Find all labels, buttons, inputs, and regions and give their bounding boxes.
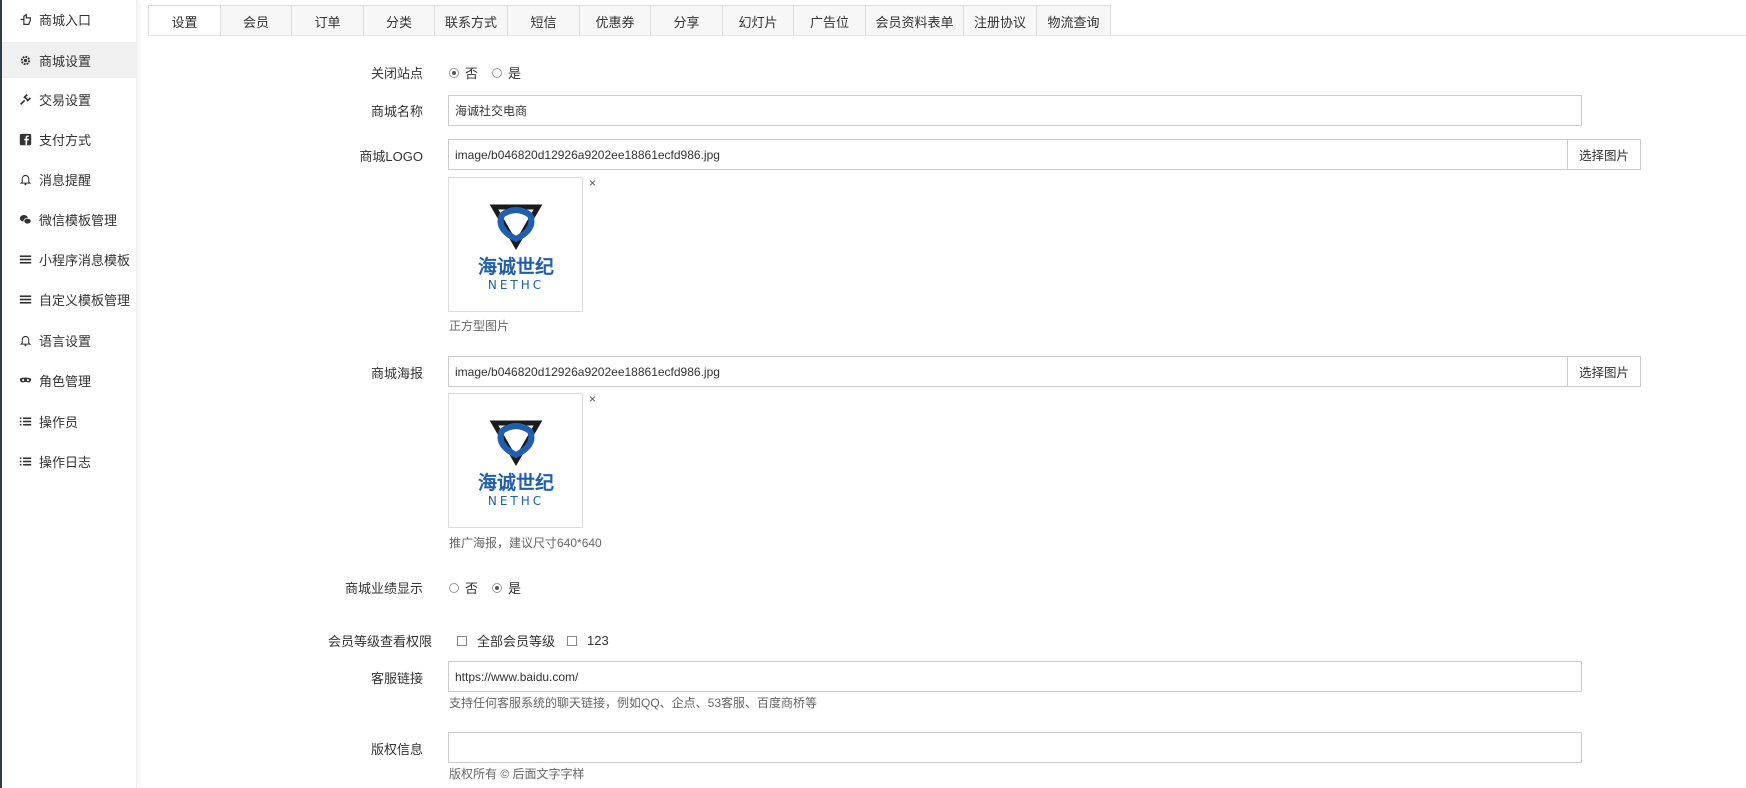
poster-preview-image: 海诚世纪 NETHC: [448, 393, 583, 528]
shop-logo-input[interactable]: image/b046820d12926a9202ee18861ecfd986.j…: [448, 139, 1568, 170]
sidebar-item-label: 操作员: [39, 414, 79, 430]
logo-preview-image: 海诚世纪 NETHC: [448, 177, 583, 312]
gear-icon: [18, 53, 32, 67]
radio-label-no: 否: [465, 581, 479, 596]
sidebar-item-label: 自定义模板管理: [39, 292, 131, 308]
sidebar-item-label: 交易设置: [39, 92, 92, 108]
service-link-help-text: 支持任何客服系统的聊天链接，例如QQ、企点、53客服、百度商桥等: [449, 696, 818, 710]
service-link-label: 客服链接: [370, 671, 423, 686]
shop-poster-input[interactable]: image/b046820d12926a9202ee18861ecfd986.j…: [448, 356, 1568, 387]
bell-icon: [18, 172, 32, 186]
member-level-checkboxes: 全部会员等级 123: [457, 631, 609, 650]
close-site-radios: 否 是: [449, 63, 521, 82]
tab-categories[interactable]: 分类: [364, 6, 435, 36]
sidebar-item-label: 微信模板管理: [39, 212, 118, 228]
sidebar-item-language[interactable]: 语言设置: [2, 322, 136, 358]
poster-help-text: 推广海报，建议尺寸640*640: [449, 536, 602, 550]
copyright-help-text: 版权所有 © 后面文字字样: [449, 767, 585, 781]
sidebar-item-operation-log[interactable]: 操作日志: [2, 443, 136, 479]
bell-icon: [18, 333, 32, 347]
tab-logistics[interactable]: 物流查询: [1037, 6, 1110, 36]
sidebar-item-shop-settings[interactable]: 商城设置: [2, 42, 136, 78]
sidebar-item-label: 消息提醒: [39, 172, 92, 188]
facebook-square-icon: [18, 132, 32, 146]
list-icon: [18, 414, 32, 428]
show-performance-yes-radio[interactable]: [492, 582, 503, 593]
checkbox-label-all-levels: 全部会员等级: [477, 634, 556, 649]
plug-icon: [18, 92, 32, 106]
tab-orders[interactable]: 订单: [292, 6, 364, 36]
nethc-logo: 海诚世纪 NETHC: [477, 204, 554, 292]
tab-settings[interactable]: 设置: [149, 6, 221, 37]
member-level-label: 会员等级查看权限: [327, 634, 432, 649]
show-performance-label: 商城业绩显示: [344, 581, 423, 596]
radio-label-yes: 是: [508, 581, 522, 596]
logo-brand-en: NETHC: [487, 494, 543, 508]
nethc-logo: 海诚世纪 NETHC: [477, 420, 554, 508]
tab-divider: [148, 35, 1746, 36]
hand-point-icon: [18, 12, 32, 26]
sidebar-item-custom-templates[interactable]: 自定义模板管理: [2, 281, 136, 317]
tab-coupons[interactable]: 优惠券: [580, 6, 651, 36]
sidebar-item-notifications[interactable]: 消息提醒: [2, 161, 136, 197]
sidebar-item-label: 支付方式: [39, 132, 92, 148]
sidebar-item-roles[interactable]: 角色管理: [2, 362, 136, 398]
sidebar-item-trade-settings[interactable]: 交易设置: [2, 81, 136, 117]
bars-icon: [18, 252, 32, 266]
tab-contact[interactable]: 联系方式: [435, 6, 508, 36]
shop-name-label: 商城名称: [370, 104, 423, 119]
wechat-icon: [18, 212, 32, 226]
shop-name-input[interactable]: 海诚社交电商: [448, 95, 1582, 126]
sidebar-item-wechat-templates[interactable]: 微信模板管理: [2, 201, 136, 237]
show-performance-radios: 否 是: [449, 578, 521, 597]
service-link-input[interactable]: https://www.baidu.com/: [448, 661, 1582, 692]
tab-register-agreement[interactable]: 注册协议: [964, 6, 1037, 36]
logo-brand-en: NETHC: [487, 278, 543, 292]
poster-select-image-button[interactable]: 选择图片: [1567, 356, 1641, 387]
sidebar-item-shop-entry[interactable]: 商城入口: [2, 1, 136, 37]
sidebar-item-label: 角色管理: [39, 373, 92, 389]
close-site-yes-radio[interactable]: [492, 67, 503, 78]
close-site-label: 关闭站点: [370, 66, 423, 81]
sidebar-item-miniprogram-templates[interactable]: 小程序消息模板: [2, 241, 136, 277]
all-levels-checkbox[interactable]: [457, 635, 467, 646]
sidebar-item-label: 语言设置: [39, 333, 92, 349]
sidebar-item-label: 小程序消息模板: [39, 252, 131, 268]
logo-remove-close-icon[interactable]: ×: [589, 176, 596, 190]
tab-sms[interactable]: 短信: [508, 6, 580, 36]
tab-members[interactable]: 会员: [221, 6, 292, 36]
settings-tabs: 设置 会员 订单 分类 联系方式 短信 优惠券 分享 幻灯片 广告位 会员资料表…: [148, 5, 1111, 37]
sidebar: 商城入口 商城设置 交易设置 支付方式 消息提醒 微信模板管理 小程序消息模板 …: [0, 0, 137, 788]
tab-ad-slots[interactable]: 广告位: [794, 6, 866, 36]
copyright-input[interactable]: [448, 732, 1582, 763]
list-icon: [18, 454, 32, 468]
show-performance-no-radio[interactable]: [449, 582, 459, 593]
logo-help-text: 正方型图片: [449, 319, 510, 333]
sidebar-item-label: 操作日志: [39, 454, 92, 470]
poster-remove-close-icon[interactable]: ×: [589, 392, 596, 406]
level-123-checkbox[interactable]: [567, 635, 578, 646]
radio-label-yes: 是: [508, 66, 522, 81]
shop-poster-label: 商城海报: [370, 366, 423, 381]
logo-brand-cn: 海诚世纪: [477, 255, 553, 278]
sidebar-item-payment[interactable]: 支付方式: [2, 121, 136, 157]
sidebar-item-label: 商城入口: [39, 12, 92, 28]
shop-logo-label: 商城LOGO: [359, 149, 423, 164]
checkbox-label-123: 123: [587, 633, 609, 648]
logo-select-image-button[interactable]: 选择图片: [1567, 139, 1641, 170]
mask-icon: [18, 373, 32, 387]
sidebar-item-operators[interactable]: 操作员: [2, 403, 136, 439]
tab-member-form[interactable]: 会员资料表单: [866, 6, 964, 36]
tab-slides[interactable]: 幻灯片: [723, 6, 794, 36]
bars-icon: [18, 292, 32, 306]
radio-label-no: 否: [465, 66, 479, 81]
close-site-no-radio[interactable]: [449, 67, 459, 78]
logo-brand-cn: 海诚世纪: [477, 471, 553, 494]
tab-share[interactable]: 分享: [651, 6, 723, 36]
sidebar-item-label: 商城设置: [39, 53, 92, 69]
copyright-label: 版权信息: [370, 742, 423, 757]
